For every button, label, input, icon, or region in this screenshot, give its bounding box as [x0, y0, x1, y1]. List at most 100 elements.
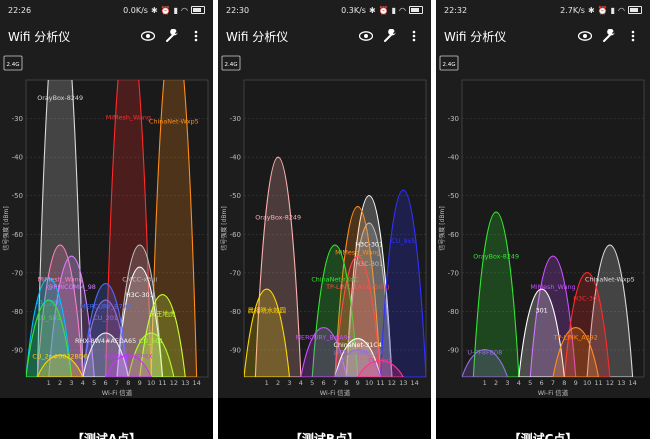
network-label: OrayBox-8249: [37, 94, 83, 102]
x-tick-label: 7: [333, 379, 337, 387]
channel-chart: 2.4G -30 -40 -50 -60 -70 -80 -90 信号强度 [dBm] OrayB…: [2, 55, 209, 397]
y-tick-label: -50: [448, 192, 459, 200]
status-bar: 22:26 0.0K/s ✱ ⏰ ▮ ◠: [0, 0, 213, 20]
network-label: H3C-301: [355, 260, 383, 268]
network-label: HUAWEI-7EP6X: [104, 353, 153, 361]
x-tick-label: 14: [192, 379, 200, 387]
network-label: RHX-8W4#AEDA65: [75, 337, 136, 345]
x-tick-label: 11: [594, 379, 602, 387]
y-tick-label: -70: [230, 269, 241, 277]
x-tick-label: 13: [181, 379, 189, 387]
more-menu-icon[interactable]: [405, 27, 423, 45]
x-tick-label: 8: [126, 379, 130, 387]
x-tick-label: 11: [158, 379, 166, 387]
y-tick-label: -30: [448, 115, 459, 123]
x-tick-label: 1: [483, 379, 487, 387]
more-menu-icon[interactable]: [624, 27, 642, 45]
network-label: 晨相晓水效园: [248, 305, 286, 314]
x-tick-label: 14: [410, 379, 418, 387]
wrench-icon[interactable]: [163, 27, 181, 45]
y-axis-label: 信号强度 [dBm]: [220, 206, 228, 250]
wifi-icon: ◠: [181, 5, 188, 15]
x-tick-label: 12: [606, 379, 614, 387]
x-tick-label: 7: [551, 379, 555, 387]
alarm-icon: ⏰: [160, 5, 171, 15]
y-tick-label: -60: [448, 231, 459, 239]
bluetooth-icon: ✱: [150, 5, 158, 15]
network-label: ChinaNet-Wxp5: [149, 117, 199, 125]
network-label: H3C-301: [573, 295, 601, 303]
x-tick-label: 3: [505, 379, 509, 387]
battery-icon: [409, 6, 423, 14]
y-tick-label: -50: [12, 192, 23, 200]
y-tick-label: -70: [12, 269, 23, 277]
y-tick-label: -40: [12, 154, 23, 162]
x-tick-label: 5: [92, 379, 96, 387]
panel-caption: 【测试B点】: [289, 432, 360, 439]
x-tick-label: 9: [138, 379, 142, 387]
network-label: MERCURY_B7A0: [80, 302, 131, 310]
x-tick-label: 10: [147, 379, 155, 387]
network-label: H3C-301: [126, 291, 154, 299]
x-tick-label: 3: [287, 379, 291, 387]
y-tick-label: -90: [448, 347, 459, 355]
app-title: Wifi 分析仪: [444, 29, 507, 44]
channel-chart: 2.4G -30 -40 -50 -60 -70 -80 -90 信号强度 [dBm] OrayB…: [220, 55, 427, 397]
network-label: CU_501: [139, 337, 164, 345]
phone-panel-c: 22:32 2.7K/s ✱ ⏰ ▮ ◠ Wifi 分析仪 2.4G -30 -40…: [436, 0, 650, 439]
app-bar: Wifi 分析仪: [218, 20, 431, 52]
x-tick-label: 9: [574, 379, 578, 387]
network-label: MiMesh_Wang: [335, 248, 380, 256]
network-label: @PHICOMM_98: [47, 283, 96, 291]
status-bar: 22:32 2.7K/s ✱ ⏰ ▮ ◠: [436, 0, 650, 20]
bluetooth-icon: ✱: [587, 5, 595, 15]
wrench-icon[interactable]: [600, 27, 618, 45]
x-tick-label: 12: [388, 379, 396, 387]
network-label: MiMesh_Wang: [530, 283, 575, 291]
y-tick-label: -90: [230, 347, 241, 355]
x-tick-label: 3: [69, 379, 73, 387]
wifi-icon: ◠: [618, 5, 625, 15]
wrench-icon[interactable]: [381, 27, 399, 45]
network-label: 301: [536, 306, 548, 314]
panel-caption: 【测试A点】: [71, 432, 142, 439]
x-tick-label: 6: [322, 379, 326, 387]
network-label: CMCC-x3ui: [122, 275, 157, 283]
y-tick-label: -40: [448, 154, 459, 162]
more-menu-icon[interactable]: [187, 27, 205, 45]
app-bar: Wifi 分析仪: [436, 20, 650, 52]
x-tick-label: 1: [47, 379, 51, 387]
x-tick-label: 4: [81, 379, 85, 387]
network-label: U-PF8FB08: [467, 349, 502, 357]
band-label: 2.4G: [224, 62, 237, 68]
eye-icon[interactable]: [139, 27, 157, 45]
net-speed: 2.7K/s: [560, 5, 585, 15]
wifi-icon: ◠: [399, 5, 406, 15]
x-axis-label: Wi-Fi 信道: [102, 388, 133, 397]
phone-panel-a: 22:26 0.0K/s ✱ ⏰ ▮ ◠ Wifi 分析仪 2.4G -30 -40…: [0, 0, 213, 439]
network-label: ChinaNet-Wxp5: [585, 275, 635, 283]
network-label: CU_9x5: [368, 356, 392, 364]
battery-icon: [191, 6, 205, 14]
signal-icon: ▮: [610, 5, 616, 15]
alarm-icon: ⏰: [378, 5, 389, 15]
x-tick-label: 13: [399, 379, 407, 387]
eye-icon[interactable]: [357, 27, 375, 45]
network-label: CU_9x5: [391, 237, 415, 245]
eye-icon[interactable]: [576, 27, 594, 45]
y-tick-label: -60: [230, 231, 241, 239]
app-bar: Wifi 分析仪: [0, 20, 213, 52]
network-label: TP-LINK_A392: [553, 333, 598, 341]
x-tick-label: 13: [617, 379, 625, 387]
network-label: CU_2n#0022BD0: [32, 353, 87, 361]
y-tick-label: -30: [12, 115, 23, 123]
bluetooth-icon: ✱: [368, 5, 376, 15]
y-tick-label: -40: [230, 154, 241, 162]
app-title: Wifi 分析仪: [8, 29, 71, 44]
status-time: 22:30: [226, 5, 250, 15]
x-tick-label: 5: [528, 379, 532, 387]
x-tick-label: 2: [494, 379, 498, 387]
x-tick-label: 1: [265, 379, 269, 387]
alarm-icon: ⏰: [597, 5, 608, 15]
status-time: 22:32: [444, 5, 468, 15]
